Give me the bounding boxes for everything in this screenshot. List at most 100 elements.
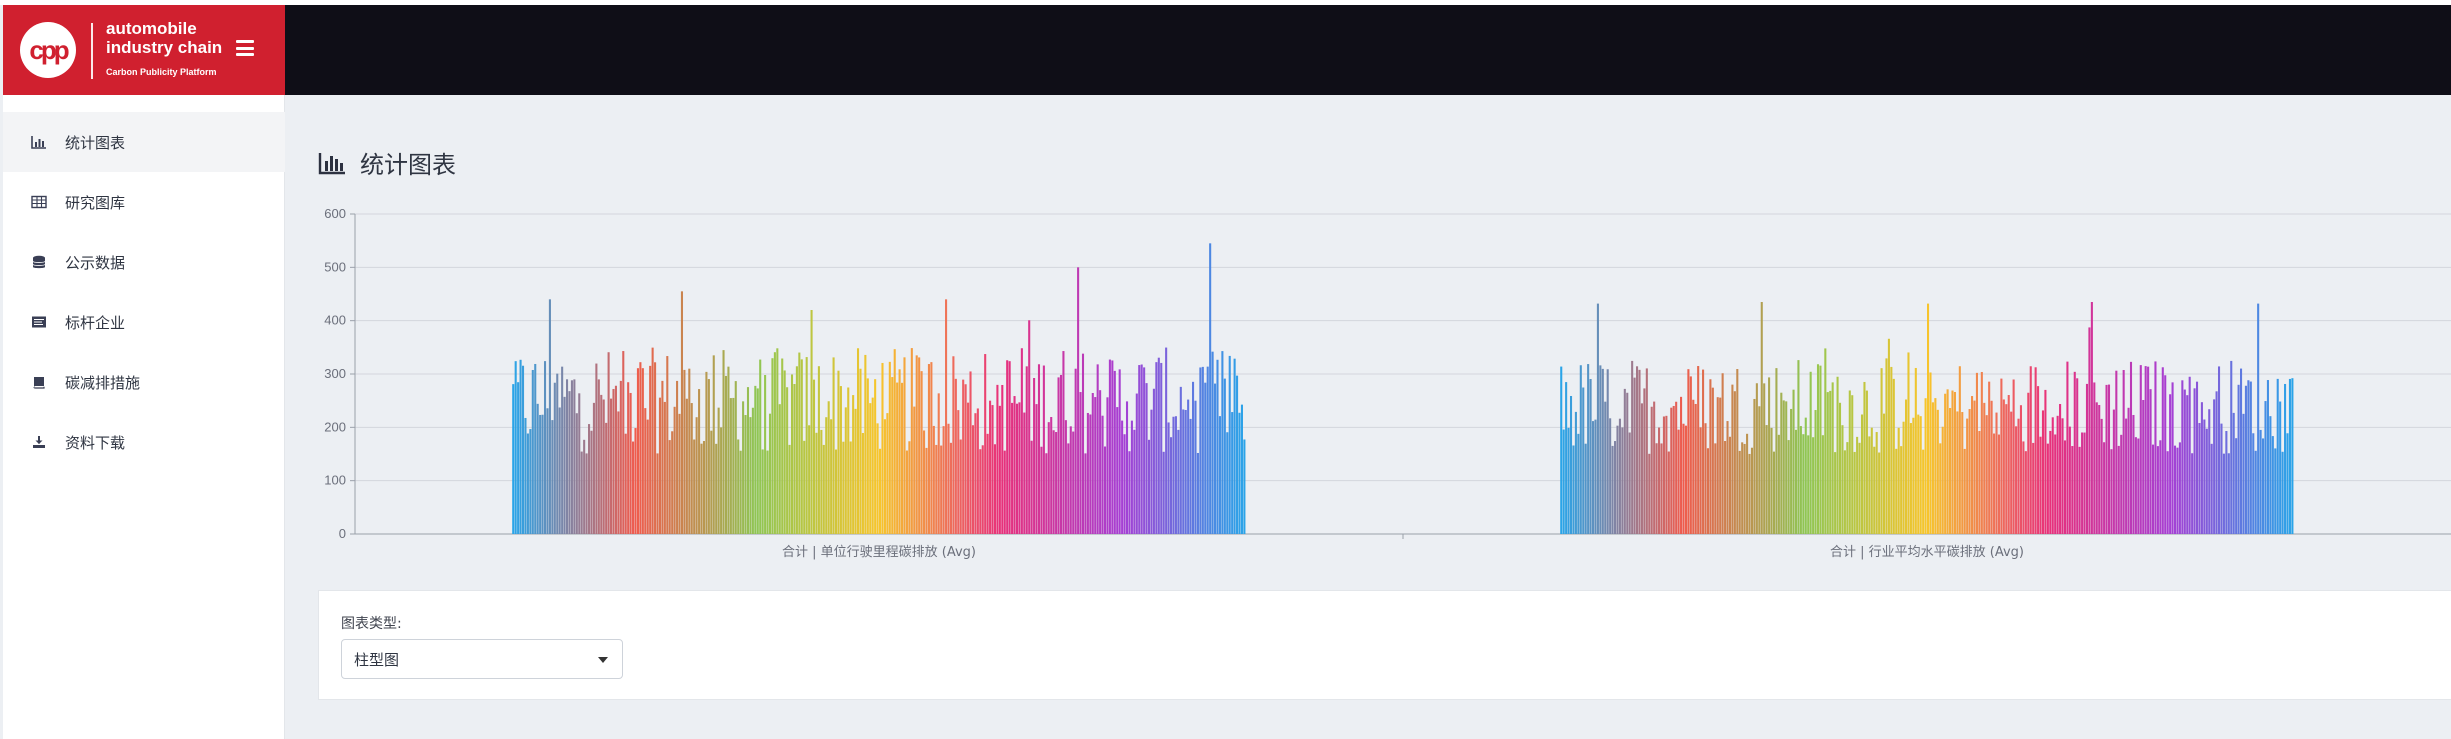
bar[interactable] — [1667, 451, 1670, 534]
bar[interactable] — [2279, 401, 2282, 534]
bar[interactable] — [614, 385, 617, 534]
bar[interactable] — [2227, 453, 2230, 534]
bar[interactable] — [2098, 405, 2101, 534]
bar[interactable] — [2232, 412, 2235, 534]
bar[interactable] — [927, 364, 930, 534]
bar[interactable] — [700, 443, 703, 534]
bar[interactable] — [2288, 378, 2291, 534]
bar[interactable] — [2147, 366, 2150, 534]
bar[interactable] — [1726, 421, 1729, 534]
bar[interactable] — [680, 291, 684, 534]
bar[interactable] — [1189, 418, 1192, 534]
bar[interactable] — [1887, 338, 1890, 534]
bar[interactable] — [1567, 427, 1570, 534]
bar[interactable] — [996, 384, 999, 534]
bar[interactable] — [1147, 439, 1151, 534]
bar[interactable] — [2257, 303, 2260, 534]
bar[interactable] — [1077, 267, 1080, 534]
bar[interactable] — [1770, 427, 1773, 534]
bar[interactable] — [832, 357, 835, 534]
bar[interactable] — [2015, 426, 2018, 534]
bar[interactable] — [2139, 365, 2142, 534]
bar[interactable] — [2159, 440, 2162, 534]
bar[interactable] — [800, 359, 803, 534]
bar[interactable] — [729, 398, 732, 534]
bar[interactable] — [2044, 389, 2047, 534]
bar[interactable] — [2195, 381, 2199, 534]
bar[interactable] — [1118, 369, 1121, 534]
bar[interactable] — [1709, 379, 1712, 534]
bar[interactable] — [1765, 425, 1768, 534]
bar[interactable] — [849, 441, 852, 534]
bar[interactable] — [910, 348, 913, 534]
bar[interactable] — [2161, 367, 2164, 534]
bar[interactable] — [930, 362, 933, 534]
bar[interactable] — [1094, 397, 1097, 534]
sidebar-item-emission-reduction[interactable]: 碳减排措施 — [3, 352, 285, 412]
bar[interactable] — [751, 407, 754, 534]
bar[interactable] — [1775, 368, 1778, 534]
bar[interactable] — [2024, 451, 2027, 534]
bar[interactable] — [1917, 414, 1920, 534]
bar[interactable] — [1753, 398, 1756, 534]
bar[interactable] — [1050, 417, 1053, 534]
bar[interactable] — [1682, 423, 1685, 534]
bar[interactable] — [546, 408, 549, 534]
bar[interactable] — [1633, 377, 1636, 534]
bar[interactable] — [541, 414, 544, 534]
bar[interactable] — [998, 405, 1001, 534]
bar[interactable] — [876, 423, 879, 534]
bar[interactable] — [2090, 302, 2093, 534]
bar[interactable] — [1184, 409, 1187, 534]
bar[interactable] — [825, 417, 828, 534]
bar[interactable] — [1802, 434, 1805, 534]
bar[interactable] — [1057, 377, 1060, 534]
bar[interactable] — [1216, 359, 1219, 534]
bar[interactable] — [732, 397, 735, 534]
bar[interactable] — [1670, 407, 1673, 534]
bar[interactable] — [2010, 411, 2013, 534]
bar[interactable] — [1165, 347, 1168, 534]
bar[interactable] — [923, 430, 926, 534]
bar[interactable] — [2171, 382, 2174, 534]
bar[interactable] — [1589, 379, 1592, 534]
bar[interactable] — [1086, 412, 1089, 534]
bar[interactable] — [641, 368, 644, 534]
bar[interactable] — [519, 359, 522, 534]
bar[interactable] — [971, 425, 975, 534]
bar[interactable] — [1689, 376, 1692, 534]
bar[interactable] — [1655, 443, 1658, 534]
bar[interactable] — [991, 405, 994, 534]
bar[interactable] — [879, 448, 882, 534]
bar[interactable] — [1035, 404, 1038, 534]
bar[interactable] — [1763, 383, 1766, 534]
bar[interactable] — [1892, 378, 1895, 534]
bar[interactable] — [1865, 390, 1868, 534]
bar[interactable] — [1699, 427, 1702, 534]
bar[interactable] — [905, 450, 908, 534]
bar[interactable] — [1922, 449, 1925, 534]
bar[interactable] — [942, 426, 945, 534]
bar[interactable] — [2071, 446, 2074, 534]
bar[interactable] — [827, 401, 830, 534]
bar[interactable] — [1008, 361, 1011, 534]
brand-logo[interactable]: cpp — [20, 22, 76, 78]
bar[interactable] — [883, 419, 886, 534]
bar[interactable] — [1924, 398, 1927, 534]
bar[interactable] — [580, 451, 583, 534]
bar[interactable] — [702, 441, 706, 534]
bar[interactable] — [1966, 418, 1969, 534]
bar[interactable] — [1785, 401, 1788, 534]
bar[interactable] — [2244, 385, 2247, 534]
bar[interactable] — [1680, 396, 1683, 534]
bar[interactable] — [2281, 451, 2284, 534]
bar[interactable] — [771, 358, 774, 534]
bar[interactable] — [1660, 443, 1663, 534]
bar[interactable] — [1601, 368, 1604, 534]
bar[interactable] — [1155, 362, 1158, 534]
bar[interactable] — [727, 366, 730, 534]
bar[interactable] — [2051, 417, 2054, 534]
bar[interactable] — [1758, 406, 1761, 534]
bar[interactable] — [583, 439, 586, 534]
bar[interactable] — [1838, 402, 1842, 534]
